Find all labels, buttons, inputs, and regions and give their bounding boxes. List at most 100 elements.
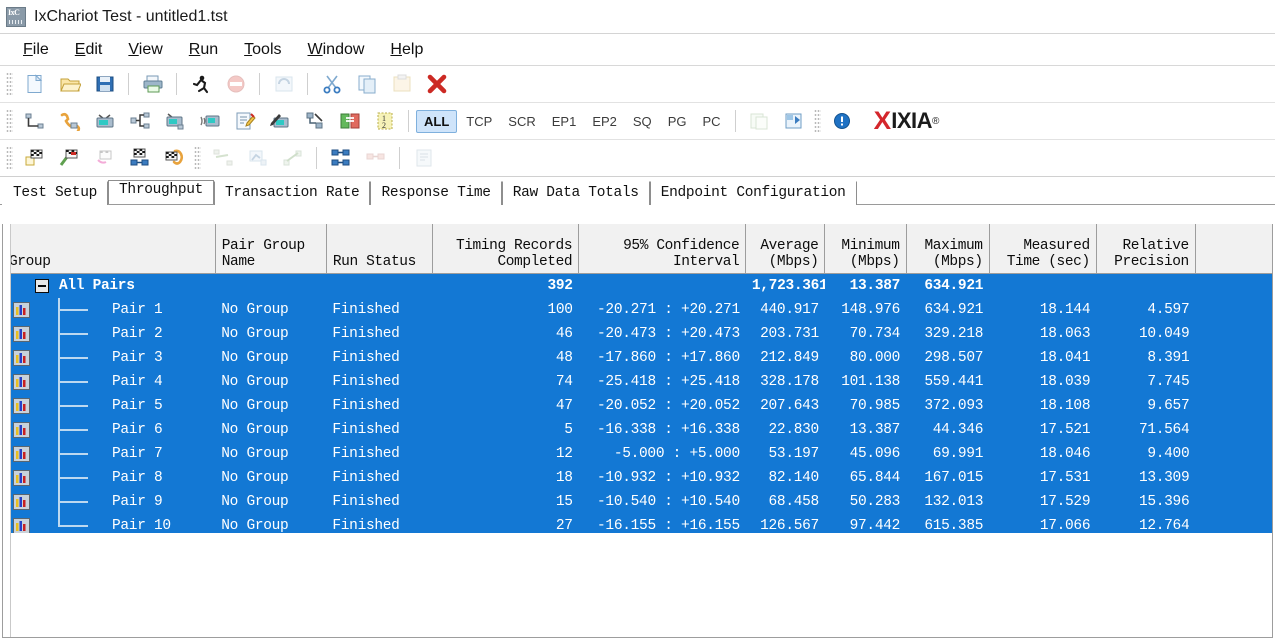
open-file-icon[interactable] [53, 69, 86, 100]
tree-connector [58, 346, 102, 370]
tab-test-setup[interactable]: Test Setup [2, 181, 108, 205]
cut-icon[interactable] [315, 69, 348, 100]
save-icon[interactable] [88, 69, 121, 100]
pair-chart-icon[interactable] [13, 446, 30, 462]
tab-response-time[interactable]: Response Time [370, 181, 501, 205]
table-row[interactable]: Pair 9No GroupFinished15-10.540 : +10.54… [3, 490, 1273, 514]
tab-transaction-rate[interactable]: Transaction Rate [214, 181, 370, 205]
print-icon[interactable] [136, 69, 169, 100]
add-pair-icon[interactable] [18, 106, 51, 137]
edit-multicast-icon[interactable] [298, 106, 331, 137]
menu-window[interactable]: Window [295, 39, 378, 61]
swap-endpoints-icon[interactable] [333, 106, 366, 137]
edit-video-pair-icon[interactable] [263, 106, 296, 137]
run-all-icon[interactable] [18, 143, 51, 174]
delete-icon[interactable] [420, 69, 453, 100]
collapse-expander-icon[interactable] [35, 279, 49, 293]
pair-chart-icon[interactable] [13, 470, 30, 486]
filter-scr[interactable]: SCR [501, 110, 542, 133]
copy-icon[interactable] [350, 69, 383, 100]
run-test-icon[interactable] [184, 69, 217, 100]
throughput-results-grid[interactable]: Group Pair GroupName Run Status Timing R… [2, 224, 1273, 638]
pair-chart-icon[interactable] [13, 494, 30, 510]
cell-run-status: Finished [326, 370, 432, 394]
menu-run[interactable]: Run [176, 39, 231, 61]
tab-raw-data-totals[interactable]: Raw Data Totals [502, 181, 650, 205]
filter-ep1[interactable]: EP1 [545, 110, 584, 133]
column-header-confidence-interval[interactable]: 95% ConfidenceInterval [579, 224, 746, 273]
filter-sq[interactable]: SQ [626, 110, 659, 133]
add-multicast-video-pair-icon[interactable] [193, 106, 226, 137]
menu-help[interactable]: Help [377, 39, 436, 61]
add-voip-pair-icon[interactable] [53, 106, 86, 137]
table-row[interactable]: Pair 3No GroupFinished48-17.860 : +17.86… [3, 346, 1273, 370]
pair-chart-icon[interactable] [13, 398, 30, 414]
filter-pg[interactable]: PG [661, 110, 694, 133]
toolbar-separator [399, 147, 400, 169]
filter-ep2[interactable]: EP2 [585, 110, 624, 133]
cell-group: Pair 6 [3, 418, 215, 442]
menu-edit[interactable]: Edit [62, 39, 116, 61]
column-header-label: Timing RecordsCompleted [456, 238, 572, 270]
column-header-group[interactable]: Group [3, 224, 215, 273]
tab-throughput[interactable]: Throughput [108, 180, 214, 204]
run-voip-icon[interactable] [158, 143, 191, 174]
column-header-measured-time[interactable]: MeasuredTime (sec) [989, 224, 1096, 273]
table-row[interactable]: Pair 6No GroupFinished5-16.338 : +16.338… [3, 418, 1273, 442]
menu-file[interactable]: File [10, 39, 62, 61]
column-header-timing-records-completed[interactable]: Timing RecordsCompleted [433, 224, 579, 273]
toolbar-grip[interactable] [194, 146, 201, 170]
pair-chart-icon[interactable] [13, 350, 30, 366]
toolbar-grip[interactable] [6, 72, 13, 96]
table-row[interactable]: Pair 1No GroupFinished100-20.271 : +20.2… [3, 298, 1273, 322]
cell-group: Pair 8 [3, 466, 215, 490]
menu-view[interactable]: View [115, 39, 175, 61]
column-header-maximum[interactable]: Maximum(Mbps) [906, 224, 989, 273]
ixchariot-window: IxChariot Test - untitled1.tst File Edit… [0, 0, 1275, 640]
column-header-minimum[interactable]: Minimum(Mbps) [825, 224, 906, 273]
pair-chart-icon[interactable] [13, 302, 30, 318]
add-multicast-group-icon[interactable] [123, 106, 156, 137]
toolbar-grip[interactable] [6, 146, 13, 170]
toolbar-grip[interactable] [814, 109, 821, 133]
table-row[interactable]: Pair 7No GroupFinished12-5.000 : +5.0005… [3, 442, 1273, 466]
renumber-pairs-icon[interactable]: 12 [368, 106, 401, 137]
run-group-icon[interactable] [123, 143, 156, 174]
info-icon[interactable] [826, 106, 859, 137]
table-row[interactable]: Pair 5No GroupFinished47-20.052 : +20.05… [3, 394, 1273, 418]
filter-tcp[interactable]: TCP [459, 110, 499, 133]
menu-bar: File Edit View Run Tools Window Help [0, 33, 1275, 66]
column-header-filler[interactable] [1195, 224, 1273, 273]
menu-tools[interactable]: Tools [231, 39, 294, 61]
cell-confidence-interval: -16.338 : +16.338 [579, 418, 746, 442]
column-header-average[interactable]: Average(Mbps) [746, 224, 825, 273]
cell-minimum: 148.976 [825, 298, 906, 322]
table-row-all-pairs[interactable]: All Pairs3921,723.36113.387634.921 [3, 273, 1273, 298]
run-selected-icon[interactable] [53, 143, 86, 174]
new-test-icon[interactable] [18, 69, 51, 100]
column-header-pair-group-name[interactable]: Pair GroupName [215, 224, 326, 273]
filter-pc[interactable]: PC [695, 110, 727, 133]
column-header-relative-precision[interactable]: RelativePrecision [1096, 224, 1195, 273]
add-multicast-pair-icon[interactable] [158, 106, 191, 137]
table-row[interactable]: Pair 4No GroupFinished74-25.418 : +25.41… [3, 370, 1273, 394]
filter-all[interactable]: ALL [416, 110, 457, 133]
pair-chart-icon[interactable] [13, 326, 30, 342]
cell-pair-group-name [215, 273, 326, 298]
export-grid-icon[interactable] [778, 106, 811, 137]
grid-empty-area[interactable] [3, 533, 1272, 637]
table-row[interactable]: Pair 8No GroupFinished18-10.932 : +10.93… [3, 466, 1273, 490]
pair-chart-icon[interactable] [13, 422, 30, 438]
pair-chart-icon[interactable] [13, 374, 30, 390]
add-video-pair-icon[interactable] [88, 106, 121, 137]
pair-compare-icon[interactable] [324, 143, 357, 174]
group-label: Pair 1 [102, 302, 162, 318]
column-header-run-status[interactable]: Run Status [326, 224, 432, 273]
pair-chart-icon[interactable] [13, 518, 30, 534]
cell-maximum: 132.013 [906, 490, 989, 514]
tab-endpoint-configuration[interactable]: Endpoint Configuration [650, 181, 857, 205]
edit-pair-icon[interactable] [228, 106, 261, 137]
cell-run-status: Finished [326, 466, 432, 490]
table-row[interactable]: Pair 2No GroupFinished46-20.473 : +20.47… [3, 322, 1273, 346]
toolbar-grip[interactable] [6, 109, 13, 133]
